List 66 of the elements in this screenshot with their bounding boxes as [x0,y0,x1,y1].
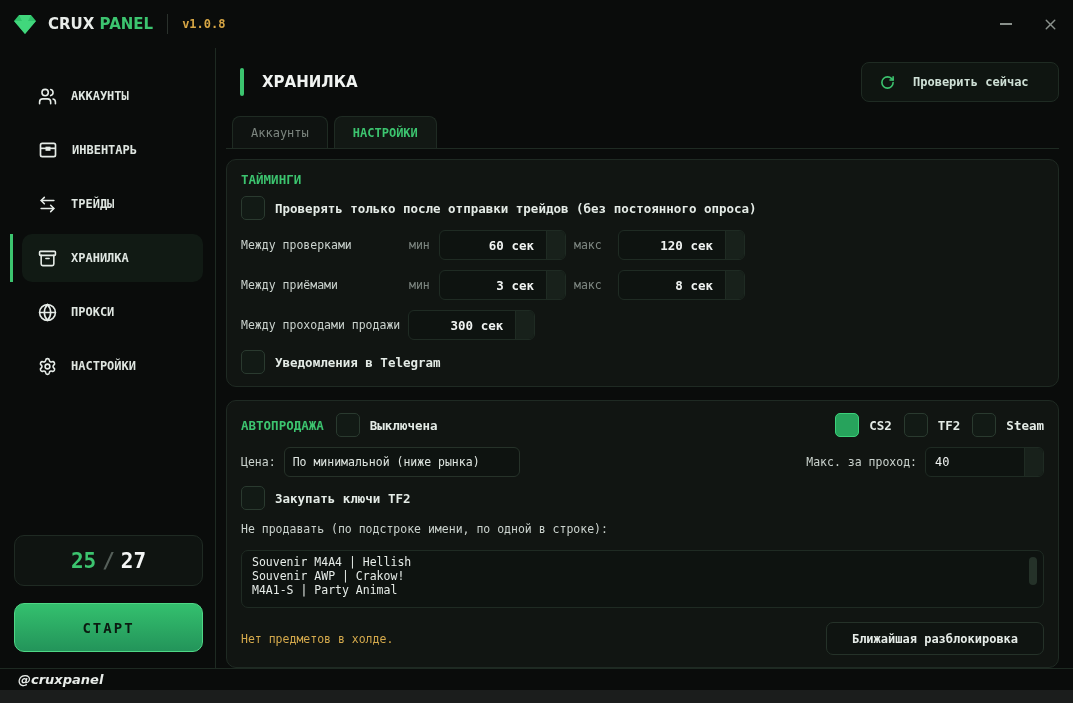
minimize-icon [1000,23,1012,25]
tab[interactable]: Аккаунты [232,116,328,148]
checkbox-label: Закупать ключи TF2 [275,490,411,506]
section-title: ТАЙМИНГИ [241,172,303,187]
checkbox[interactable] [241,196,265,220]
text-line: Souvenir M4A4 | Hellish [252,555,413,569]
version-label: v1.0.8 [182,17,226,31]
checkbox[interactable] [241,486,265,510]
page-title: ХРАНИЛКА [262,73,358,91]
section-title: АВТОПРОДАЖА [241,417,324,433]
price-select[interactable]: По минимальной (ниже рынка) [283,447,520,477]
max-label: макс [574,278,603,292]
exclude-label: Не продавать (по подстроке имени, по одной в строке): [241,522,608,536]
exclude-text-area[interactable]: Souvenir M4A4 | Hellish Souvenir AWP | Crakow! M4A1-S | Party Animal [241,550,1044,608]
sidebar-item[interactable]: ХРАНИЛКА [22,234,203,282]
archive-icon [38,248,57,268]
start-button[interactable]: СТАРТ [14,603,203,652]
checkbox-label: Уведомления в Telegram [275,354,441,370]
min-label: мин [409,238,431,252]
sidebar-item[interactable]: НАСТРОЙКИ [22,342,203,390]
checkbox-label: Выключена [369,417,438,433]
app-logo-text: CRUX PANEL [48,15,154,33]
checkbox[interactable] [335,413,360,437]
hold-message: Нет предметов в холде. [241,631,394,646]
row-label: Между приёмами [241,278,339,292]
row-label: Между проверками [241,238,353,252]
account-counter: 25 / 27 [14,535,203,586]
settings-icon [38,356,57,376]
check-now-button[interactable]: Проверить сейчас [861,62,1059,102]
number-field[interactable]: 3 сек [439,270,566,300]
checkbox[interactable] [241,350,265,374]
minimize-button[interactable] [1000,23,1012,25]
row-label: Между проходами продажи [241,318,401,332]
selection-bar [10,234,13,282]
text-line: M4A1-S | Party Animal [252,583,399,597]
checkbox-label: CS2 [869,417,892,433]
sidebar-item[interactable]: ИНВЕНТАРЬ [22,126,203,174]
footer-handle: @cruxpanel [18,672,104,687]
checkbox-label: Проверять только после отправки трейдов (без постоянного опроса) [275,200,757,216]
checkbox[interactable] [835,413,860,437]
number-field[interactable]: 40 [925,447,1044,477]
checkbox[interactable] [903,413,928,437]
users-icon [38,86,57,106]
checkbox[interactable] [972,413,997,437]
number-field[interactable]: 300 сек [408,310,536,340]
sidebar-item[interactable]: ТРЕЙДЫ [22,180,203,228]
price-label: Цена: [241,455,276,469]
chest-icon [38,140,58,160]
min-label: мин [409,278,431,292]
text-line: Souvenir AWP | Crakow! [252,569,406,583]
gem-logo-icon [14,14,36,34]
refresh-icon [880,74,895,90]
tab[interactable]: НАСТРОЙКИ [333,116,437,148]
number-field[interactable]: 120 сек [618,230,745,260]
sidebar-item[interactable]: ПРОКСИ [22,288,203,336]
scrollbar-thumb[interactable] [1029,557,1037,585]
number-field[interactable]: 60 сек [439,230,566,260]
arrows-icon [38,194,57,214]
globe-icon [38,302,57,322]
checkbox-label: TF2 [937,417,961,433]
max-label: макс [574,238,603,252]
max-per-pass-label: Макс. за проход: [806,455,917,469]
unlock-button[interactable]: Ближайшая разблокировка [826,622,1044,655]
number-field[interactable]: 8 сек [618,270,745,300]
sidebar-item[interactable]: АККАУНТЫ [22,72,203,120]
checkbox-label: Steam [1006,417,1044,433]
